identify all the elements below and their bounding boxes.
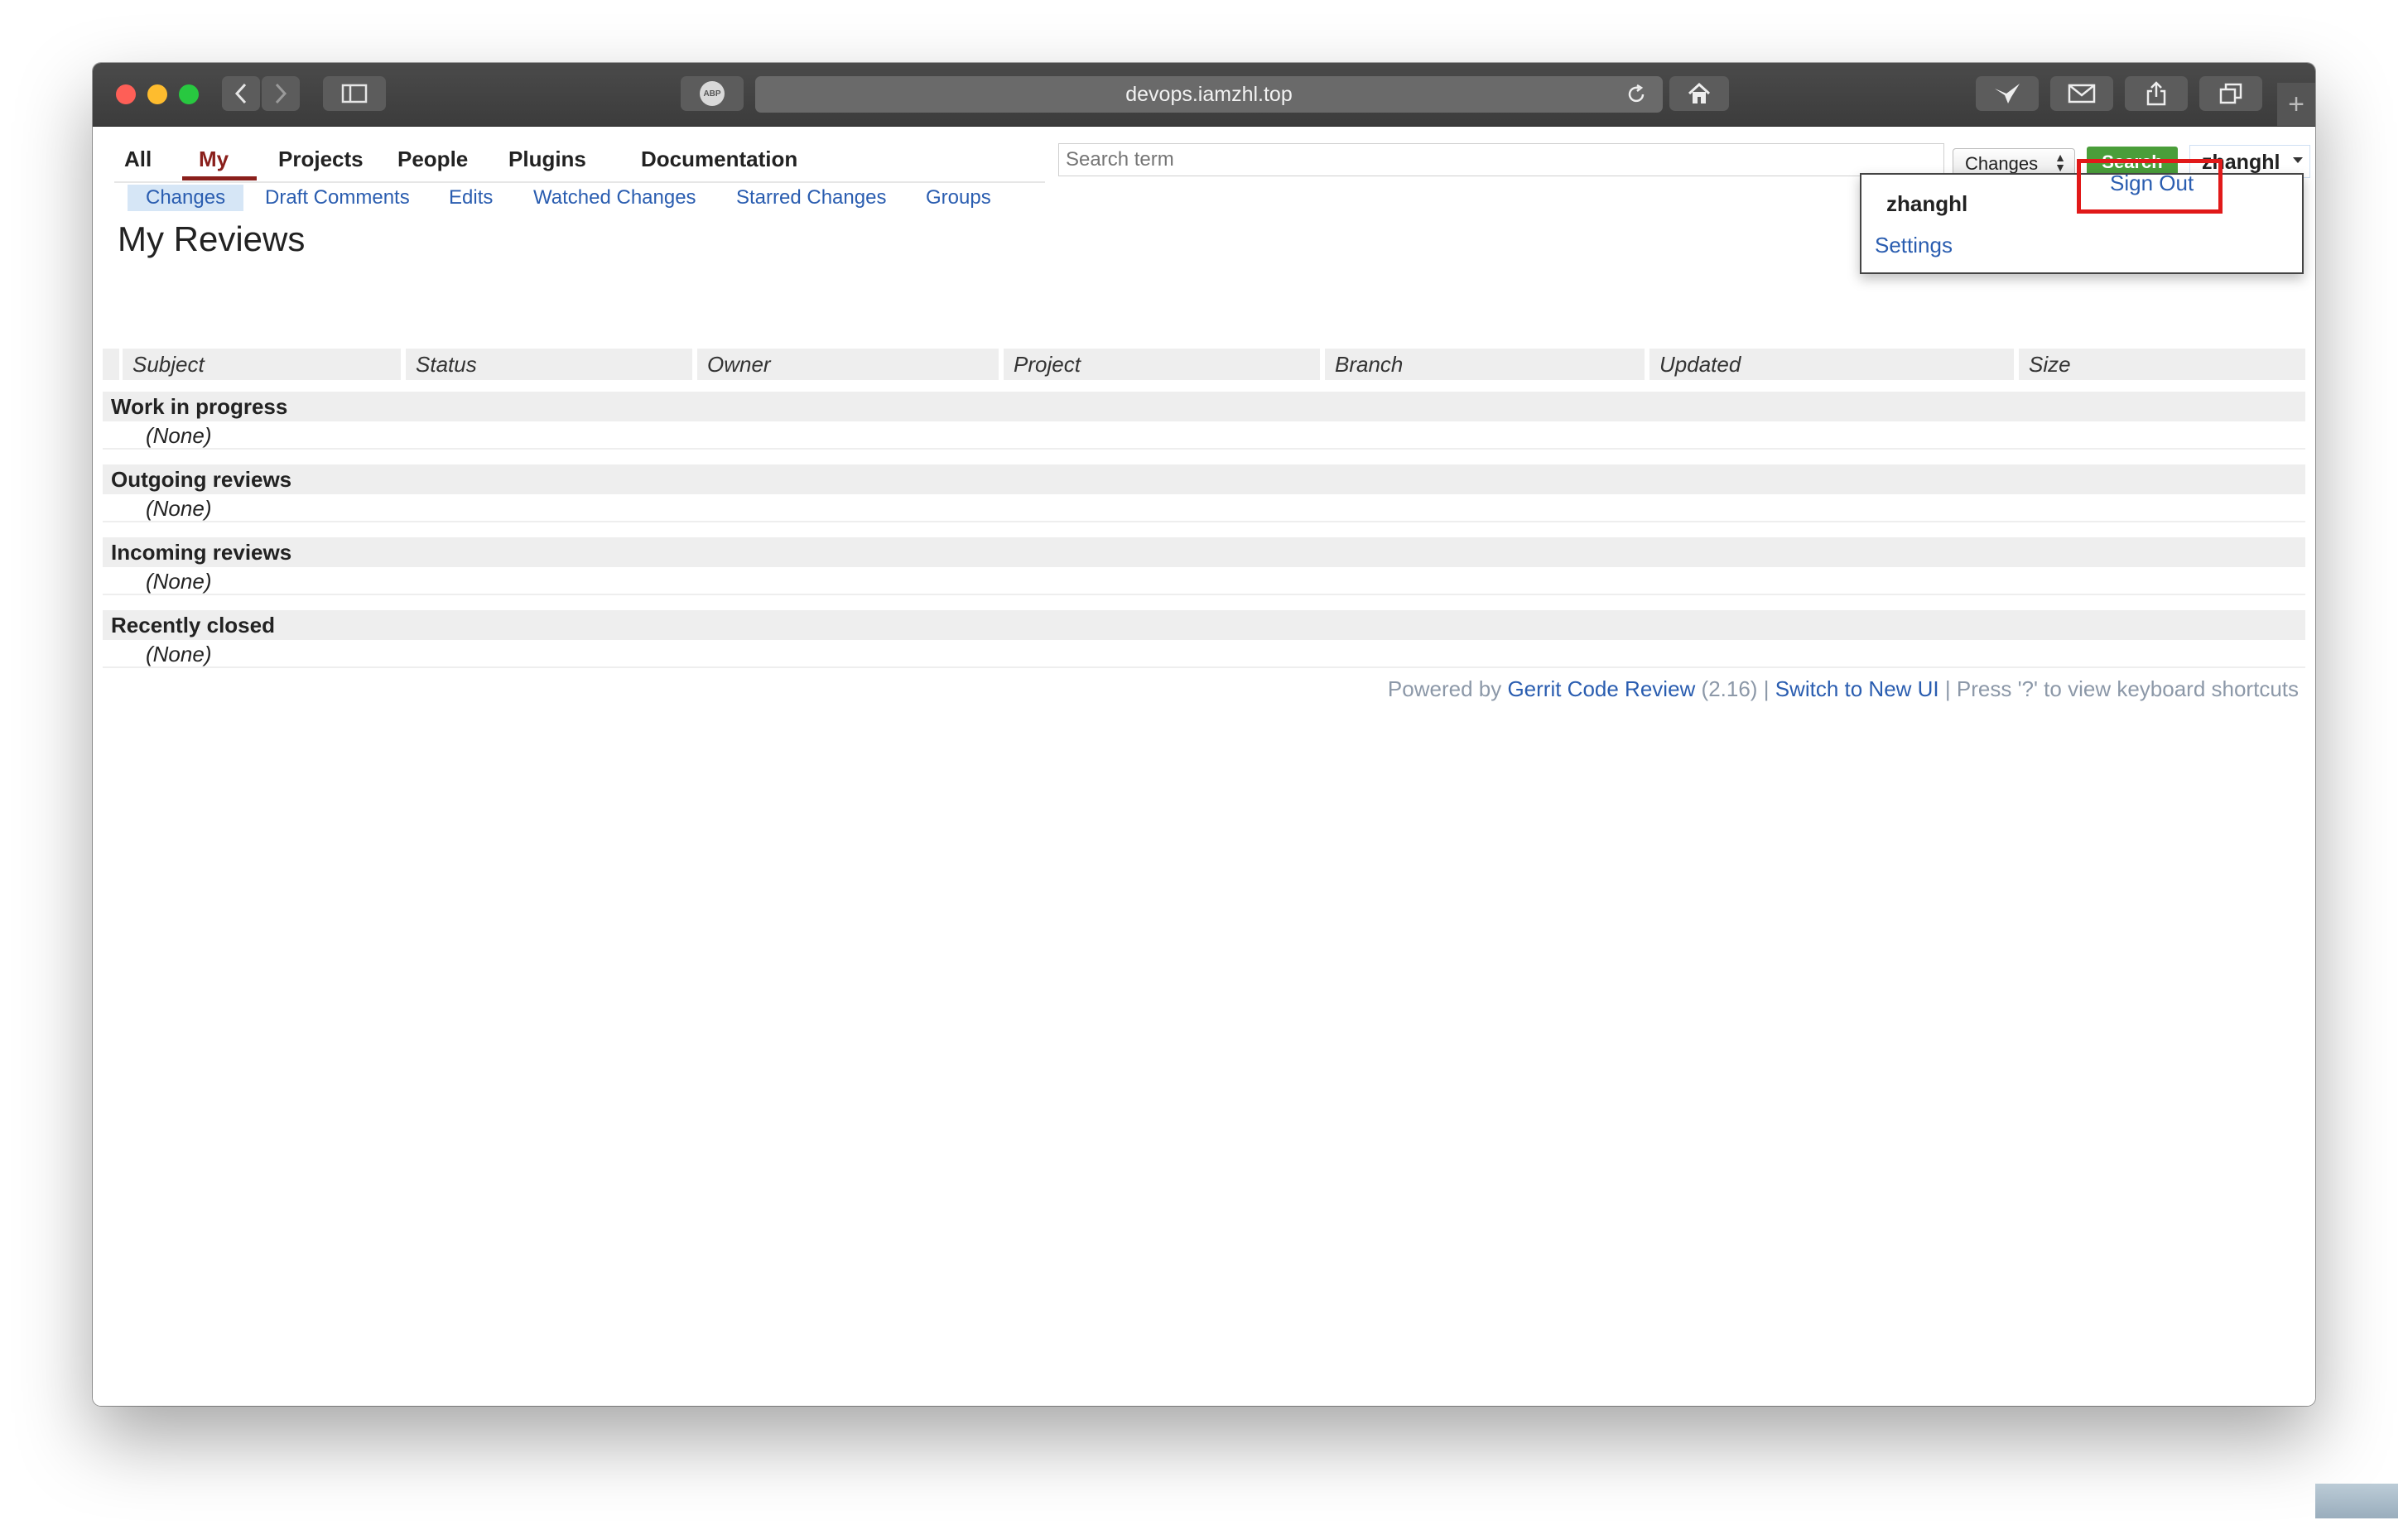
- column-branch[interactable]: Branch: [1325, 349, 1645, 380]
- subnav-groups[interactable]: Groups: [926, 186, 991, 209]
- section-title: Outgoing reviews: [103, 464, 2305, 494]
- footer-separator: |: [1944, 676, 1951, 701]
- zoom-window-button[interactable]: [179, 84, 199, 104]
- header-spacer: [103, 349, 119, 380]
- mail-icon: [2068, 84, 2096, 103]
- settings-link[interactable]: Settings: [1875, 233, 1953, 258]
- empty-row: (None): [103, 494, 2305, 522]
- nav-documentation[interactable]: Documentation: [641, 147, 797, 172]
- gerrit-link[interactable]: Gerrit Code Review: [1507, 676, 1695, 701]
- table-header: Subject Status Owner Project Branch Upda…: [103, 349, 2305, 380]
- page-footer: Powered by Gerrit Code Review (2.16) | S…: [1388, 676, 2299, 702]
- reviews-table: Subject Status Owner Project Branch Upda…: [103, 349, 2305, 671]
- section-title: Recently closed: [103, 610, 2305, 640]
- empty-row: (None): [103, 421, 2305, 450]
- nav-all[interactable]: All: [124, 147, 152, 172]
- subnav-watched-changes[interactable]: Watched Changes: [533, 186, 696, 209]
- search-scope-value: Changes: [1965, 153, 2039, 174]
- select-arrows-icon: ▲ ▼: [2054, 151, 2066, 174]
- top-navigation: All My Projects People Plugins Documenta…: [114, 138, 1045, 183]
- nav-people[interactable]: People: [397, 147, 468, 172]
- section-recently-closed: Recently closed (None): [103, 599, 2305, 671]
- plus-icon: +: [2288, 88, 2304, 120]
- empty-row: (None): [103, 567, 2305, 595]
- tabs-overview-button[interactable]: [2199, 76, 2262, 111]
- bird-icon: [1995, 84, 2020, 103]
- footer-shortcuts-hint: Press '?' to view keyboard shortcuts: [1956, 676, 2299, 701]
- search-input[interactable]: [1058, 143, 1944, 176]
- page-content: All My Projects People Plugins Documenta…: [93, 127, 2315, 1406]
- footer-separator: |: [1763, 676, 1770, 701]
- back-button[interactable]: [222, 76, 260, 111]
- empty-row: (None): [103, 640, 2305, 668]
- footer-powered-by: Powered by: [1387, 676, 1502, 701]
- sidebar-icon: [341, 84, 368, 103]
- home-icon: [1688, 82, 1711, 103]
- extension-bird-button[interactable]: [1976, 76, 2039, 111]
- minimize-window-button[interactable]: [147, 84, 167, 104]
- share-icon: [2146, 81, 2166, 106]
- section-title: Work in progress: [103, 392, 2305, 421]
- subnav-draft-comments[interactable]: Draft Comments: [265, 186, 410, 209]
- close-window-button[interactable]: [116, 84, 136, 104]
- sign-out-link[interactable]: Sign Out: [2110, 171, 2194, 196]
- browser-titlebar: ABP devops.iamzhl.top +: [93, 63, 2315, 127]
- mail-button[interactable]: [2050, 76, 2113, 111]
- column-subject[interactable]: Subject: [123, 349, 401, 380]
- chevron-right-icon: [275, 83, 287, 104]
- tabs-icon: [2219, 83, 2242, 104]
- reload-icon[interactable]: [1625, 83, 1648, 106]
- switch-new-ui-link[interactable]: Switch to New UI: [1775, 676, 1939, 701]
- section-title: Incoming reviews: [103, 537, 2305, 567]
- subnav-starred-changes[interactable]: Starred Changes: [736, 186, 886, 209]
- url-text: devops.iamzhl.top: [1125, 82, 1293, 106]
- nav-my[interactable]: My: [199, 147, 229, 172]
- home-button[interactable]: [1669, 76, 1729, 111]
- address-bar[interactable]: devops.iamzhl.top: [755, 76, 1663, 113]
- footer-version: (2.16): [1701, 676, 1758, 701]
- subnav-edits[interactable]: Edits: [449, 186, 493, 209]
- section-outgoing-reviews: Outgoing reviews (None): [103, 453, 2305, 526]
- watermark: [2315, 1484, 2398, 1518]
- nav-plugins[interactable]: Plugins: [508, 147, 586, 172]
- active-tab-indicator: [182, 176, 257, 180]
- subnav-changes[interactable]: Changes: [128, 185, 244, 211]
- sidebar-toggle-button[interactable]: [323, 76, 386, 111]
- dropdown-user-name: zhanghl: [1886, 191, 1968, 216]
- forward-button[interactable]: [262, 76, 300, 111]
- column-size[interactable]: Size: [2019, 349, 2305, 380]
- adblock-button[interactable]: ABP: [681, 76, 744, 111]
- section-work-in-progress: Work in progress (None): [103, 380, 2305, 453]
- nav-projects[interactable]: Projects: [278, 147, 364, 172]
- browser-window: ABP devops.iamzhl.top + All My Projects: [93, 63, 2315, 1406]
- column-project[interactable]: Project: [1004, 349, 1320, 380]
- column-status[interactable]: Status: [406, 349, 692, 380]
- new-tab-button[interactable]: +: [2277, 83, 2315, 126]
- column-updated[interactable]: Updated: [1649, 349, 2014, 380]
- page-title: My Reviews: [118, 219, 306, 258]
- share-button[interactable]: [2125, 76, 2188, 111]
- chevron-left-icon: [234, 83, 247, 104]
- section-incoming-reviews: Incoming reviews (None): [103, 526, 2305, 599]
- column-owner[interactable]: Owner: [697, 349, 999, 380]
- adblock-icon: ABP: [700, 81, 725, 106]
- search-scope-select[interactable]: Changes ▲ ▼: [1953, 148, 2075, 176]
- caret-down-icon: [2293, 157, 2303, 163]
